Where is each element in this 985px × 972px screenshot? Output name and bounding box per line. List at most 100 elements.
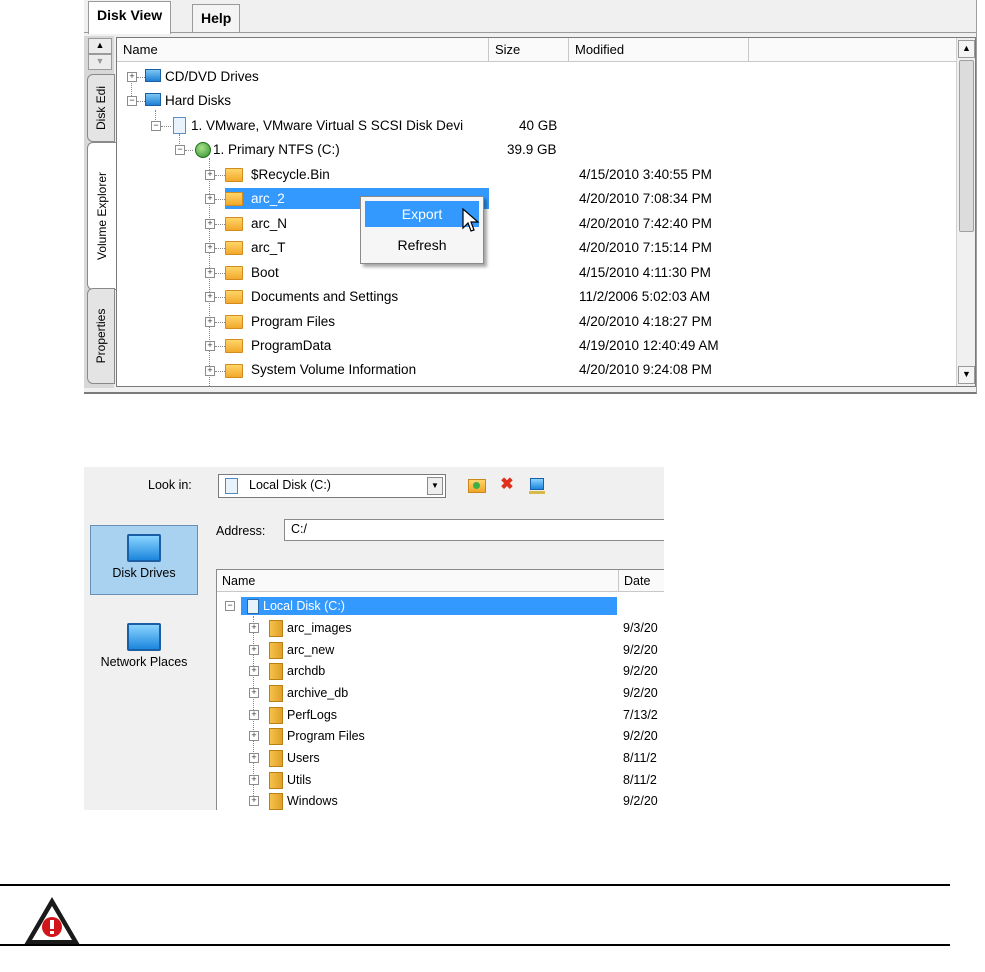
file-list[interactable]: Name Date − Local Disk (C:) + arc_images…: [216, 569, 664, 810]
column-header-modified[interactable]: Modified: [569, 38, 749, 62]
expand-toggle[interactable]: +: [249, 666, 259, 676]
nav-disk-drives[interactable]: Disk Drives: [90, 525, 198, 595]
tree-line: [215, 297, 225, 298]
collapse-toggle[interactable]: −: [127, 96, 137, 106]
tree-line: [185, 150, 193, 151]
expand-toggle[interactable]: +: [249, 645, 259, 655]
tree-item-documents-settings[interactable]: Documents and Settings: [251, 287, 398, 307]
folder-icon: [225, 315, 243, 329]
volume-tree-grid[interactable]: Name Size Modified + CD/DVD Drives − Har…: [116, 37, 976, 387]
modified-date: 4/15/2010 3:40:55 PM: [579, 167, 712, 182]
expand-toggle[interactable]: +: [249, 796, 259, 806]
tree-item-program-files[interactable]: Program Files: [251, 312, 335, 332]
side-tab-properties[interactable]: Properties: [87, 288, 115, 384]
ntfs-volume-icon: [195, 142, 211, 158]
tree-item-primary-ntfs[interactable]: 1. Primary NTFS (C:): [213, 140, 340, 160]
expand-toggle[interactable]: +: [249, 753, 259, 763]
scroll-down-button[interactable]: ▼: [958, 366, 975, 384]
delete-icon[interactable]: ✖: [498, 476, 516, 494]
expand-toggle[interactable]: +: [205, 366, 215, 376]
expand-toggle[interactable]: +: [249, 688, 259, 698]
collapse-toggle[interactable]: −: [151, 121, 161, 131]
modified-date: 4/20/2010 7:08:34 PM: [579, 191, 712, 206]
expand-toggle[interactable]: +: [205, 341, 215, 351]
expand-toggle[interactable]: +: [205, 194, 215, 204]
scroll-thumb[interactable]: [959, 60, 974, 232]
folder-icon: [269, 772, 283, 789]
tree-line: [215, 224, 225, 225]
tree-line: [215, 175, 225, 176]
column-header-name[interactable]: Name: [217, 570, 619, 592]
look-in-dropdown[interactable]: Local Disk (C:) ▼: [218, 474, 446, 498]
tree-line: [215, 199, 225, 200]
expand-toggle[interactable]: +: [205, 292, 215, 302]
tree-item-arc-n[interactable]: arc_N: [251, 214, 287, 234]
warning-icon: [24, 897, 80, 945]
nav-label: Network Places: [100, 655, 188, 669]
tree-item-system-volume-info[interactable]: System Volume Information: [251, 360, 416, 380]
list-item-date: 9/2/20: [623, 664, 658, 678]
list-item[interactable]: arc_new: [287, 641, 334, 659]
expand-toggle[interactable]: +: [205, 219, 215, 229]
list-item[interactable]: archdb: [287, 662, 325, 680]
column-header-name[interactable]: Name: [117, 38, 489, 62]
new-folder-icon[interactable]: [468, 476, 486, 494]
expand-toggle[interactable]: +: [249, 710, 259, 720]
tree-item-local-disk[interactable]: Local Disk (C:): [263, 597, 345, 615]
address-input[interactable]: C:/: [284, 519, 664, 541]
modified-date: 4/20/2010 7:42:40 PM: [579, 216, 712, 231]
list-item[interactable]: archive_db: [287, 684, 348, 702]
expand-toggle[interactable]: +: [205, 170, 215, 180]
expand-toggle[interactable]: +: [205, 243, 215, 253]
side-scroll-up-button[interactable]: ▲: [88, 38, 112, 54]
list-item[interactable]: PerfLogs: [287, 706, 337, 724]
folder-icon: [225, 290, 243, 304]
modified-date: 4/15/2010 4:11:30 PM: [579, 265, 711, 280]
column-header-size[interactable]: Size: [489, 38, 569, 62]
vertical-scrollbar[interactable]: ▲ ▼: [956, 38, 975, 386]
side-tab-strip: ▲ ▼ Disk Edi Volume Explorer Properties: [84, 36, 116, 388]
tree-item-arc-2[interactable]: arc_2: [251, 189, 285, 209]
side-tab-disk-editor[interactable]: Disk Edi: [87, 74, 115, 142]
side-tab-volume-explorer[interactable]: Volume Explorer: [87, 142, 116, 290]
context-menu-refresh[interactable]: Refresh: [365, 232, 479, 258]
tree-item-cd-dvd[interactable]: CD/DVD Drives: [165, 67, 259, 87]
tree-item-hard-disks[interactable]: Hard Disks: [165, 91, 231, 111]
folder-icon: [269, 707, 283, 724]
expand-toggle[interactable]: +: [249, 731, 259, 741]
tree-item-arc-t[interactable]: arc_T: [251, 238, 286, 258]
collapse-toggle[interactable]: −: [225, 601, 235, 611]
expand-toggle[interactable]: +: [205, 268, 215, 278]
side-scroll-down-button[interactable]: ▼: [88, 54, 112, 70]
expand-toggle[interactable]: +: [249, 775, 259, 785]
list-item[interactable]: Program Files: [287, 727, 365, 745]
disk-size: 40 GB: [519, 118, 558, 133]
warning-rule-top: [0, 884, 950, 886]
column-header-date[interactable]: Date: [619, 570, 664, 592]
nav-network-places[interactable]: Network Places: [90, 615, 198, 685]
column-header-blank: [749, 38, 957, 62]
expand-toggle[interactable]: +: [205, 317, 215, 327]
tree-line: [215, 322, 225, 323]
collapse-toggle[interactable]: −: [175, 145, 185, 155]
tree-item-vmware-disk[interactable]: 1. VMware, VMware Virtual S SCSI Disk De…: [191, 116, 463, 136]
expand-toggle[interactable]: +: [127, 72, 137, 82]
places-bar: Disk Drives Network Places: [84, 505, 206, 810]
scroll-up-button[interactable]: ▲: [958, 40, 975, 58]
list-item[interactable]: Utils: [287, 771, 311, 789]
tab-disk-view[interactable]: Disk View: [88, 1, 172, 34]
tree-item-boot[interactable]: Boot: [251, 263, 279, 283]
folder-icon: [269, 728, 283, 745]
connect-network-icon[interactable]: [528, 476, 546, 494]
chevron-down-icon[interactable]: ▼: [427, 477, 443, 495]
folder-icon: [225, 241, 243, 255]
list-item[interactable]: arc_images: [287, 619, 352, 637]
tree-item-programdata[interactable]: ProgramData: [251, 336, 331, 356]
tab-help[interactable]: Help: [192, 4, 241, 33]
expand-toggle[interactable]: +: [249, 623, 259, 633]
tree-item-recycle-bin[interactable]: $Recycle.Bin: [251, 165, 330, 185]
local-disk-icon: [225, 478, 238, 494]
list-item[interactable]: Users: [287, 749, 320, 767]
list-item[interactable]: Windows: [287, 792, 338, 810]
folder-icon: [225, 217, 243, 231]
